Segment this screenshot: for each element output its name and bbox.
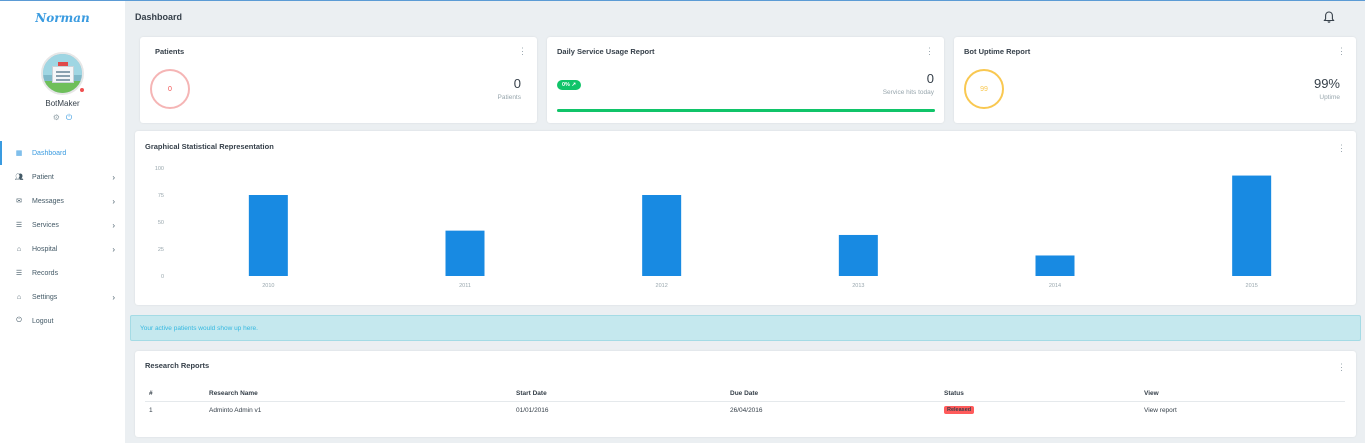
bar-2010[interactable] xyxy=(248,195,288,276)
power-icon[interactable]: ⏻ xyxy=(66,113,72,123)
y-tick-label: 25 xyxy=(158,247,164,253)
bell-icon[interactable] xyxy=(1322,10,1336,24)
patients-ring: 0 xyxy=(150,69,190,109)
sidebar-item-label: Services xyxy=(32,221,59,229)
x-tick-label: 2010 xyxy=(262,283,274,289)
col-header-number: # xyxy=(149,390,153,397)
hospital-icon: ⌂ xyxy=(16,245,22,253)
sidebar-item-label: Hospital xyxy=(32,245,58,253)
more-vertical-icon[interactable]: ⋮ xyxy=(518,47,527,56)
x-tick-label: 2013 xyxy=(852,283,864,289)
username[interactable]: BotMaker xyxy=(0,99,125,108)
sidebar-item-logout[interactable]: ⏻ Logout xyxy=(0,309,125,333)
sidebar-item-records[interactable]: ☰ Records xyxy=(0,261,125,285)
y-tick-label: 100 xyxy=(155,166,164,172)
col-header-due: Due Date xyxy=(730,390,759,397)
settings-icon[interactable]: ⚙ xyxy=(53,113,60,122)
chevron-right-icon: › xyxy=(112,244,115,254)
sidebar-item-label: Records xyxy=(32,269,59,277)
col-header-view: View xyxy=(1144,390,1159,397)
y-tick-label: 0 xyxy=(161,274,164,280)
y-tick-label: 75 xyxy=(158,193,164,199)
usage-card: Daily Service Usage Report ⋮ 0% ↗ 0 Serv… xyxy=(547,37,944,123)
sidebar-item-label: Patient xyxy=(32,173,54,181)
brand-logo[interactable]: Norman xyxy=(0,11,125,25)
bar-2013[interactable] xyxy=(838,234,878,276)
card-title: Daily Service Usage Report xyxy=(557,47,655,56)
row-start-date: 01/01/2016 xyxy=(516,407,549,414)
table-header-row: # Research Name Start Date Due Date Stat… xyxy=(145,384,1345,402)
sidebar: Norman BotMaker ⚙ ⏻ ▦ Dashboard 👥︎ Patien… xyxy=(0,1,125,443)
uptime-ring: 99 xyxy=(964,69,1004,109)
col-header-start: Start Date xyxy=(516,390,547,397)
row-name: Adminto Admin v1 xyxy=(209,407,262,414)
x-tick-label: 2011 xyxy=(459,283,471,289)
row-due-date: 26/04/2016 xyxy=(730,407,763,414)
chevron-right-icon: › xyxy=(112,220,115,230)
list-icon: ☰ xyxy=(15,222,23,229)
sidebar-item-settings[interactable]: ⌂ Settings › xyxy=(0,285,125,309)
bar-2015[interactable] xyxy=(1232,175,1272,276)
dashboard-icon: ▦ xyxy=(15,150,23,157)
x-tick-label: 2015 xyxy=(1246,283,1258,289)
research-table: # Research Name Start Date Due Date Stat… xyxy=(145,384,1345,420)
col-header-name: Research Name xyxy=(209,390,258,397)
uptime-value: 99% xyxy=(1313,76,1340,91)
info-alert: Your active patients would show up here. xyxy=(130,315,1361,341)
patients-count: 0 xyxy=(513,76,521,91)
x-tick-label: 2014 xyxy=(1049,283,1061,289)
settings-icon: ⌂ xyxy=(16,293,22,301)
sidebar-item-messages[interactable]: ✉ Messages › xyxy=(0,189,125,213)
sidebar-item-label: Logout xyxy=(32,317,54,325)
list-icon: ☰ xyxy=(15,270,23,277)
sidebar-menu: ▦ Dashboard 👥︎ Patient › ✉ Messages › ☰ … xyxy=(0,141,125,333)
uptime-label: Uptime xyxy=(1319,94,1340,101)
uptime-card: Bot Uptime Report ⋮ 99 99% Uptime xyxy=(954,37,1356,123)
top-accent-line xyxy=(0,0,1365,1)
x-tick-label: 2012 xyxy=(656,283,668,289)
status-badge: Released xyxy=(944,406,975,414)
sidebar-item-label: Settings xyxy=(32,293,58,301)
usage-percent-badge: 0% ↗ xyxy=(557,80,582,90)
bar-2012[interactable] xyxy=(642,195,682,276)
usage-progress-fill xyxy=(557,109,935,112)
table-row: 1 Adminto Admin v1 01/01/2016 26/04/2016… xyxy=(145,402,1345,420)
power-icon: ⏻ xyxy=(16,317,22,324)
users-icon: 👥︎ xyxy=(14,174,24,181)
usage-progress-bar xyxy=(557,109,935,112)
status-indicator xyxy=(78,86,86,94)
patients-card: Patients ⋮ 0 0 Patients xyxy=(140,37,537,123)
view-report-link[interactable]: View report xyxy=(1144,407,1177,414)
bar-2011[interactable] xyxy=(445,230,485,276)
sidebar-item-label: Messages xyxy=(32,197,64,205)
chevron-right-icon: › xyxy=(112,292,115,302)
chart-card: Graphical Statistical Representation ⋮ 0… xyxy=(135,131,1356,305)
sidebar-item-hospital[interactable]: ⌂ Hospital › xyxy=(0,237,125,261)
service-hits-count: 0 xyxy=(926,71,934,86)
chevron-right-icon: › xyxy=(112,172,115,182)
service-hits-label: Service hits today xyxy=(882,89,934,96)
sidebar-item-patient[interactable]: 👥︎ Patient › xyxy=(0,165,125,189)
more-vertical-icon[interactable]: ⋮ xyxy=(925,47,934,56)
sidebar-item-services[interactable]: ☰ Services › xyxy=(0,213,125,237)
card-title: Bot Uptime Report xyxy=(964,47,1031,56)
bar-chart: 0 25 50 75 100 2010 2011 2012 2013 2014 2015 xyxy=(155,166,1272,289)
bar-2014[interactable] xyxy=(1035,255,1075,276)
mail-icon: ✉ xyxy=(16,198,22,205)
sidebar-item-dashboard[interactable]: ▦ Dashboard xyxy=(0,141,125,165)
more-vertical-icon[interactable]: ⋮ xyxy=(1337,363,1346,372)
col-header-status: Status xyxy=(944,390,964,397)
research-title: Research Reports xyxy=(145,361,210,370)
user-actions: ⚙ ⏻ xyxy=(0,113,125,123)
more-vertical-icon[interactable]: ⋮ xyxy=(1337,47,1346,56)
page-title: Dashboard xyxy=(135,12,183,22)
y-tick-label: 50 xyxy=(158,220,164,226)
card-title: Patients xyxy=(155,47,185,56)
sidebar-item-label: Dashboard xyxy=(32,149,67,157)
row-number: 1 xyxy=(149,407,153,414)
patients-label: Patients xyxy=(497,94,522,101)
chevron-right-icon: › xyxy=(112,196,115,206)
